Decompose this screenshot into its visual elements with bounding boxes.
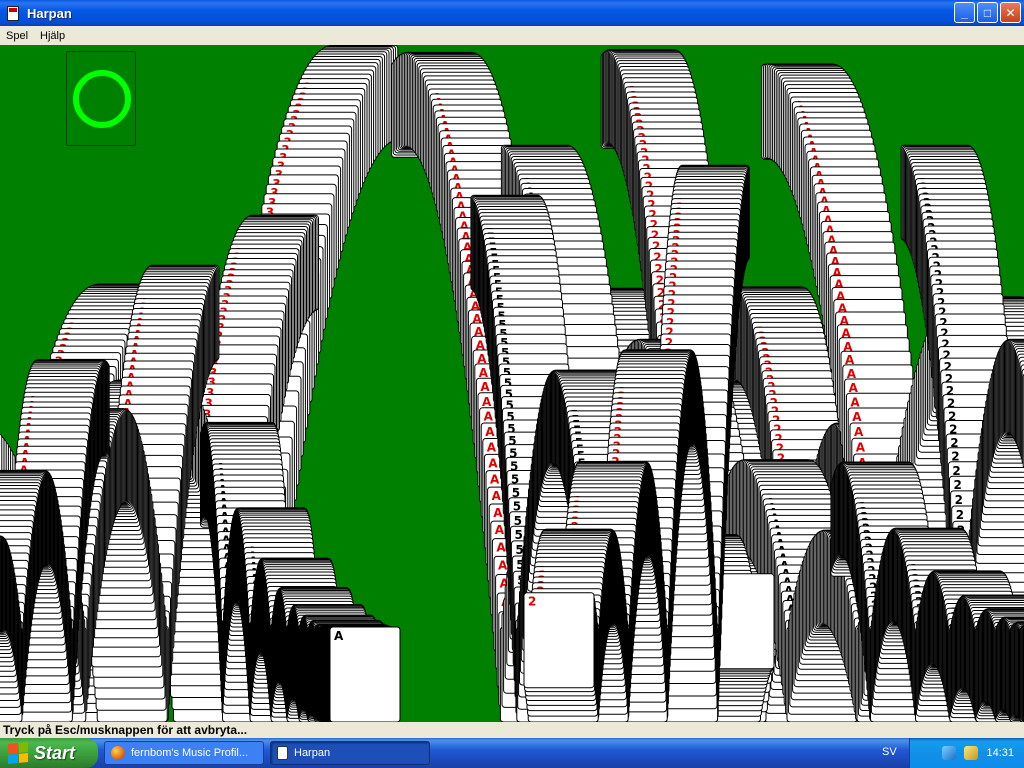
card-rank-label: A bbox=[852, 410, 862, 424]
menu-hjalp[interactable]: Hjälp bbox=[34, 30, 71, 42]
menu-spel[interactable]: Spel bbox=[0, 30, 34, 42]
card-rank-label: 5 bbox=[515, 543, 523, 557]
card-trail-frame: 2 bbox=[523, 592, 595, 689]
card-rank-label: A bbox=[490, 473, 500, 487]
card-rank-label: 2 bbox=[954, 478, 962, 492]
minimize-button[interactable]: _ bbox=[954, 2, 975, 23]
card-rank-label: 2 bbox=[528, 595, 536, 609]
card-rank-label: A bbox=[492, 489, 502, 503]
title-bar[interactable]: Harpan _ □ ✕ bbox=[0, 0, 1024, 26]
card-rank-label: 2 bbox=[952, 464, 960, 478]
card-rank-label: A bbox=[487, 441, 497, 455]
card-rank-label: A bbox=[495, 523, 505, 537]
bouncing-cards-trail: 3333333333333333333333333333333333333333… bbox=[0, 45, 1024, 722]
window-title: Harpan bbox=[27, 5, 72, 21]
card-rank-label: A bbox=[854, 425, 864, 439]
card-rank-label: A bbox=[488, 456, 498, 470]
app-icon bbox=[5, 5, 21, 21]
card-rank-label: A bbox=[484, 410, 494, 424]
card-rank-label: A bbox=[482, 395, 492, 409]
card-rank-label: A bbox=[850, 395, 860, 409]
card-rank-label: A bbox=[480, 380, 490, 394]
card-rank-label: 2 bbox=[955, 493, 963, 507]
card-rank-label: A bbox=[496, 541, 506, 555]
card-rank-label: 2 bbox=[956, 508, 964, 522]
maximize-button[interactable]: □ bbox=[977, 2, 998, 23]
card-rank-label: A bbox=[493, 506, 503, 520]
card-rank-label: A bbox=[485, 425, 495, 439]
menu-bar: Spel Hjälp bbox=[0, 26, 1024, 45]
close-button[interactable]: ✕ bbox=[1000, 2, 1021, 23]
game-board[interactable]: 3333333333333333333333333333333333333333… bbox=[0, 45, 1024, 722]
card-rank-label: 5 bbox=[515, 528, 523, 542]
card-rank-label: A bbox=[856, 440, 866, 454]
